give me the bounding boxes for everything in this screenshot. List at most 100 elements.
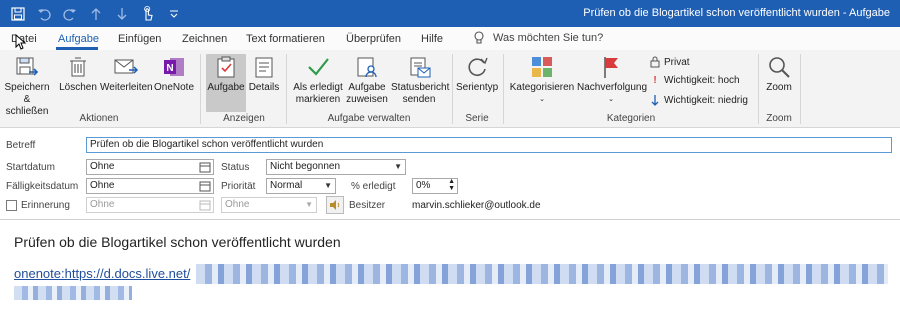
assign-task-button[interactable]: Aufgabe zuweisen (345, 54, 389, 106)
status-report-icon (410, 57, 431, 78)
delete-label: Löschen (59, 82, 97, 93)
assign-task-icon (357, 57, 377, 78)
save-close-button[interactable]: Speichern & schließen (4, 54, 50, 118)
importance-low-button[interactable]: Wichtigkeit: niedrig (650, 94, 748, 106)
status-report-button[interactable]: Statusbericht senden (391, 54, 449, 106)
chevron-down-icon: ▼ (305, 200, 313, 209)
group-separator (503, 54, 504, 124)
lock-icon (650, 56, 660, 68)
subject-input[interactable]: Prüfen ob die Blogartikel schon veröffen… (86, 137, 892, 153)
mark-complete-button[interactable]: Als erledigt markieren (291, 54, 345, 106)
up-icon[interactable] (88, 6, 104, 22)
due-date-field[interactable]: Ohne (86, 178, 214, 194)
assign-task-label-1: Aufgabe (348, 82, 386, 93)
subject-label: Betreff (6, 140, 36, 151)
reminder-date-field[interactable]: Ohne (86, 197, 214, 213)
chevron-down-icon: ▼ (324, 181, 332, 190)
status-value: Nicht begonnen (270, 161, 341, 172)
mark-complete-label-2: markieren (295, 94, 341, 105)
forward-button[interactable]: Weiterleiten (100, 54, 153, 94)
tab-text-formatieren[interactable]: Text formatieren (246, 33, 325, 45)
save-icon[interactable] (10, 6, 26, 22)
recurrence-label: Serientyp (456, 82, 499, 93)
stepper-down-icon[interactable]: ▼ (448, 185, 455, 192)
chevron-down-icon: ▼ (394, 162, 402, 171)
private-button[interactable]: Privat (650, 56, 690, 68)
pixelated-link-redaction (14, 286, 132, 300)
reminder-label: Erinnerung (21, 200, 70, 211)
task-view-label: Aufgabe (207, 82, 245, 93)
follow-up-label: Nachverfolgung (577, 82, 648, 93)
details-button[interactable]: Details (248, 54, 280, 94)
tab-aufgabe[interactable]: Aufgabe (58, 33, 99, 45)
customize-icon[interactable] (166, 6, 182, 22)
ribbon: Speichern & schließen Löschen Weiterleit… (0, 50, 900, 128)
follow-up-button[interactable]: Nachverfolgung ⌄ (577, 54, 648, 106)
reminder-time-value: Ohne (225, 199, 250, 210)
start-date-field[interactable]: Ohne (86, 159, 214, 175)
stepper-up-icon[interactable]: ▲ (448, 179, 455, 185)
recurrence-button[interactable]: Serientyp (456, 54, 498, 94)
zoom-button[interactable]: Zoom (762, 54, 796, 94)
due-date-label: Fälligkeitsdatum (6, 181, 79, 192)
checkmark-icon (308, 58, 329, 76)
tell-me-box[interactable]: Was möchten Sie tun? (473, 31, 603, 45)
owner-value: marvin.schlieker@outlook.de (412, 200, 541, 211)
group-separator (758, 54, 759, 124)
task-view-button[interactable]: Aufgabe (206, 54, 246, 112)
group-separator (286, 54, 287, 124)
mouse-cursor-icon (15, 34, 27, 50)
delete-button[interactable]: Löschen (58, 54, 98, 94)
private-label: Privat (664, 56, 690, 68)
status-report-label-2: senden (402, 94, 436, 105)
chevron-down-icon: ⌄ (539, 96, 545, 103)
categorize-button[interactable]: Kategorisieren ⌄ (508, 54, 576, 106)
group-label-anzeigen: Anzeigen (223, 113, 265, 124)
chevron-down-icon: ⌄ (608, 96, 614, 103)
details-label: Details (248, 82, 280, 93)
tab-zeichnen[interactable]: Zeichnen (182, 33, 227, 45)
redo-icon[interactable] (62, 6, 78, 22)
tab-ueberpruefen[interactable]: Überprüfen (346, 33, 401, 45)
importance-high-button[interactable]: ! Wichtigkeit: hoch (650, 75, 740, 86)
sound-icon[interactable] (326, 196, 344, 214)
priority-dropdown[interactable]: Normal ▼ (266, 178, 336, 194)
calendar-icon[interactable] (199, 161, 211, 173)
tab-einfuegen[interactable]: Einfügen (118, 33, 161, 45)
onenote-link[interactable]: onenote:https://d.docs.live.net/ (14, 266, 190, 281)
priority-label: Priorität (221, 181, 256, 192)
svg-text:N: N (166, 63, 173, 74)
group-separator (200, 54, 201, 124)
reminder-time-dropdown[interactable]: Ohne ▼ (221, 197, 317, 213)
flag-icon (604, 57, 618, 78)
reminder-checkbox[interactable] (6, 200, 17, 211)
group-label-aufgabe-verwalten: Aufgabe verwalten (327, 113, 411, 124)
title-bar: Prüfen ob die Blogartikel schon veröffen… (0, 0, 900, 27)
calendar-icon[interactable] (199, 180, 211, 192)
body-title[interactable]: Prüfen ob die Blogartikel schon veröffen… (14, 234, 341, 250)
form-body-divider (0, 219, 900, 220)
group-separator (452, 54, 453, 124)
tab-hilfe[interactable]: Hilfe (421, 33, 443, 45)
undo-icon[interactable] (36, 6, 52, 22)
importance-high-label: Wichtigkeit: hoch (664, 75, 740, 86)
touch-mode-icon[interactable] (140, 5, 156, 22)
calendar-icon (199, 200, 211, 211)
tell-me-text: Was möchten Sie tun? (493, 32, 604, 44)
ribbon-tabs: Datei Aufgabe Einfügen Zeichnen Text for… (0, 27, 900, 50)
status-dropdown[interactable]: Nicht begonnen ▼ (266, 159, 406, 175)
forward-label: Weiterleiten (100, 82, 153, 93)
recurrence-icon (468, 57, 488, 76)
mark-complete-label-1: Als erledigt (293, 82, 343, 93)
group-label-zoom: Zoom (766, 113, 792, 124)
onenote-icon: N (164, 58, 184, 76)
onenote-button[interactable]: N OneNote (154, 54, 194, 94)
assign-task-label-2: zuweisen (346, 94, 388, 105)
save-close-label-1: Speichern (4, 82, 50, 93)
envelope-forward-icon (114, 59, 139, 74)
arrow-down-icon (651, 95, 659, 106)
percent-complete-stepper[interactable]: 0% ▲ ▼ (412, 178, 458, 194)
save-close-icon (16, 57, 39, 76)
percent-complete-label: % erledigt (351, 181, 396, 192)
down-icon[interactable] (114, 6, 130, 22)
